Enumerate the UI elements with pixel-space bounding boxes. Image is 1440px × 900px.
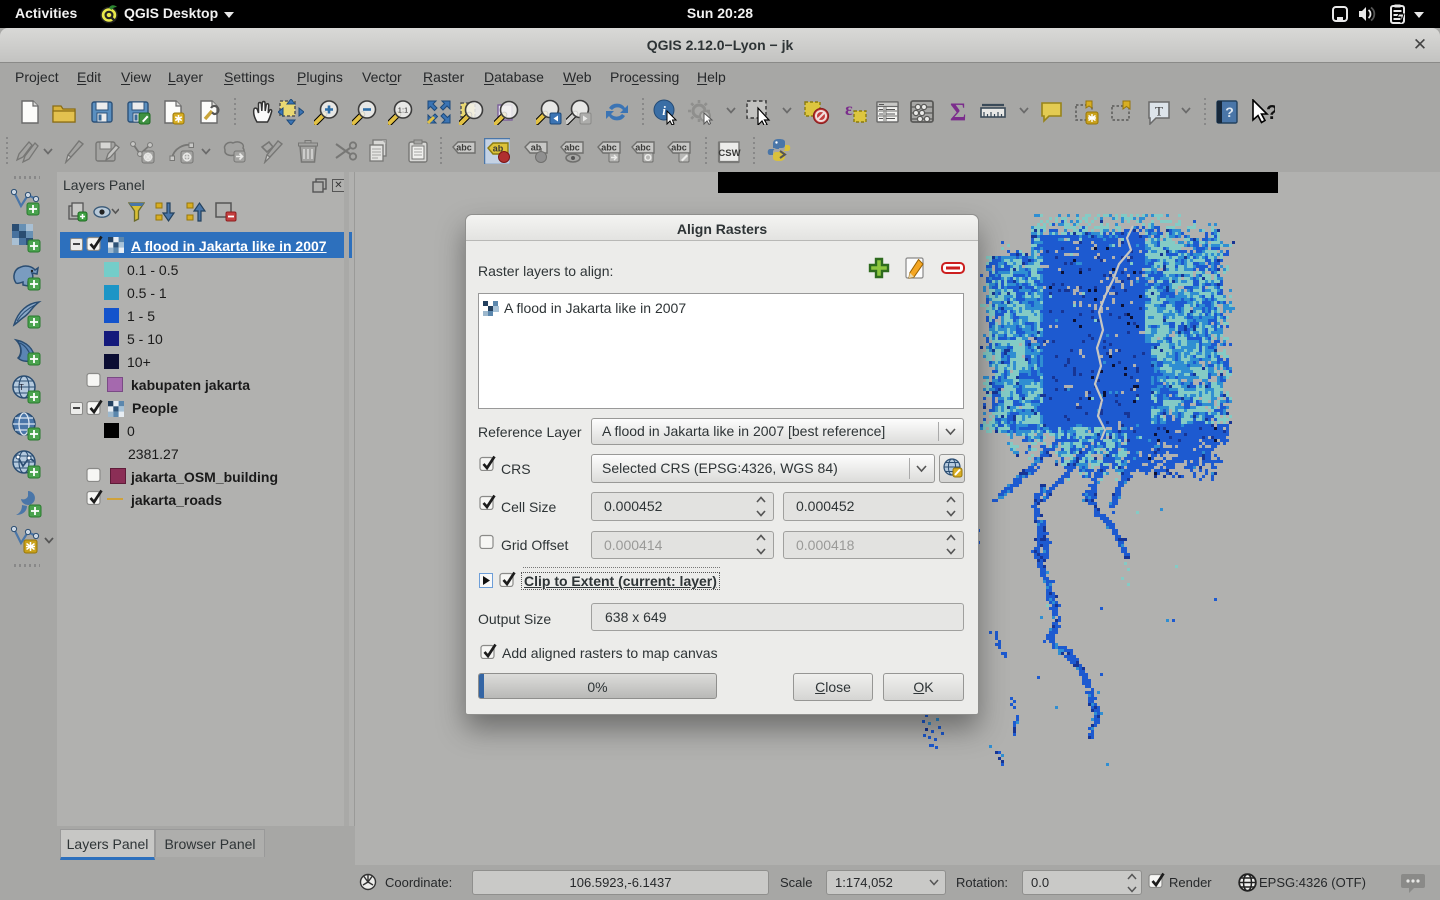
svg-text:T: T	[19, 383, 24, 392]
svg-text:ab: ab	[531, 143, 542, 153]
svg-text:ε: ε	[845, 99, 853, 119]
svg-text:Σ: Σ	[950, 99, 966, 125]
svg-text:i: i	[662, 103, 666, 118]
svg-text:abc: abc	[456, 143, 472, 153]
svg-text:1:1: 1:1	[398, 106, 408, 115]
svg-text:CSW: CSW	[718, 148, 740, 159]
svg-text:abc: abc	[564, 143, 580, 153]
svg-text:abc: abc	[635, 143, 651, 153]
svg-text:?: ?	[1225, 104, 1234, 120]
svg-text:abc: abc	[601, 143, 617, 153]
svg-text:T: T	[1155, 104, 1163, 119]
svg-text:?: ?	[1266, 102, 1275, 124]
svg-text:abc: abc	[671, 143, 687, 153]
